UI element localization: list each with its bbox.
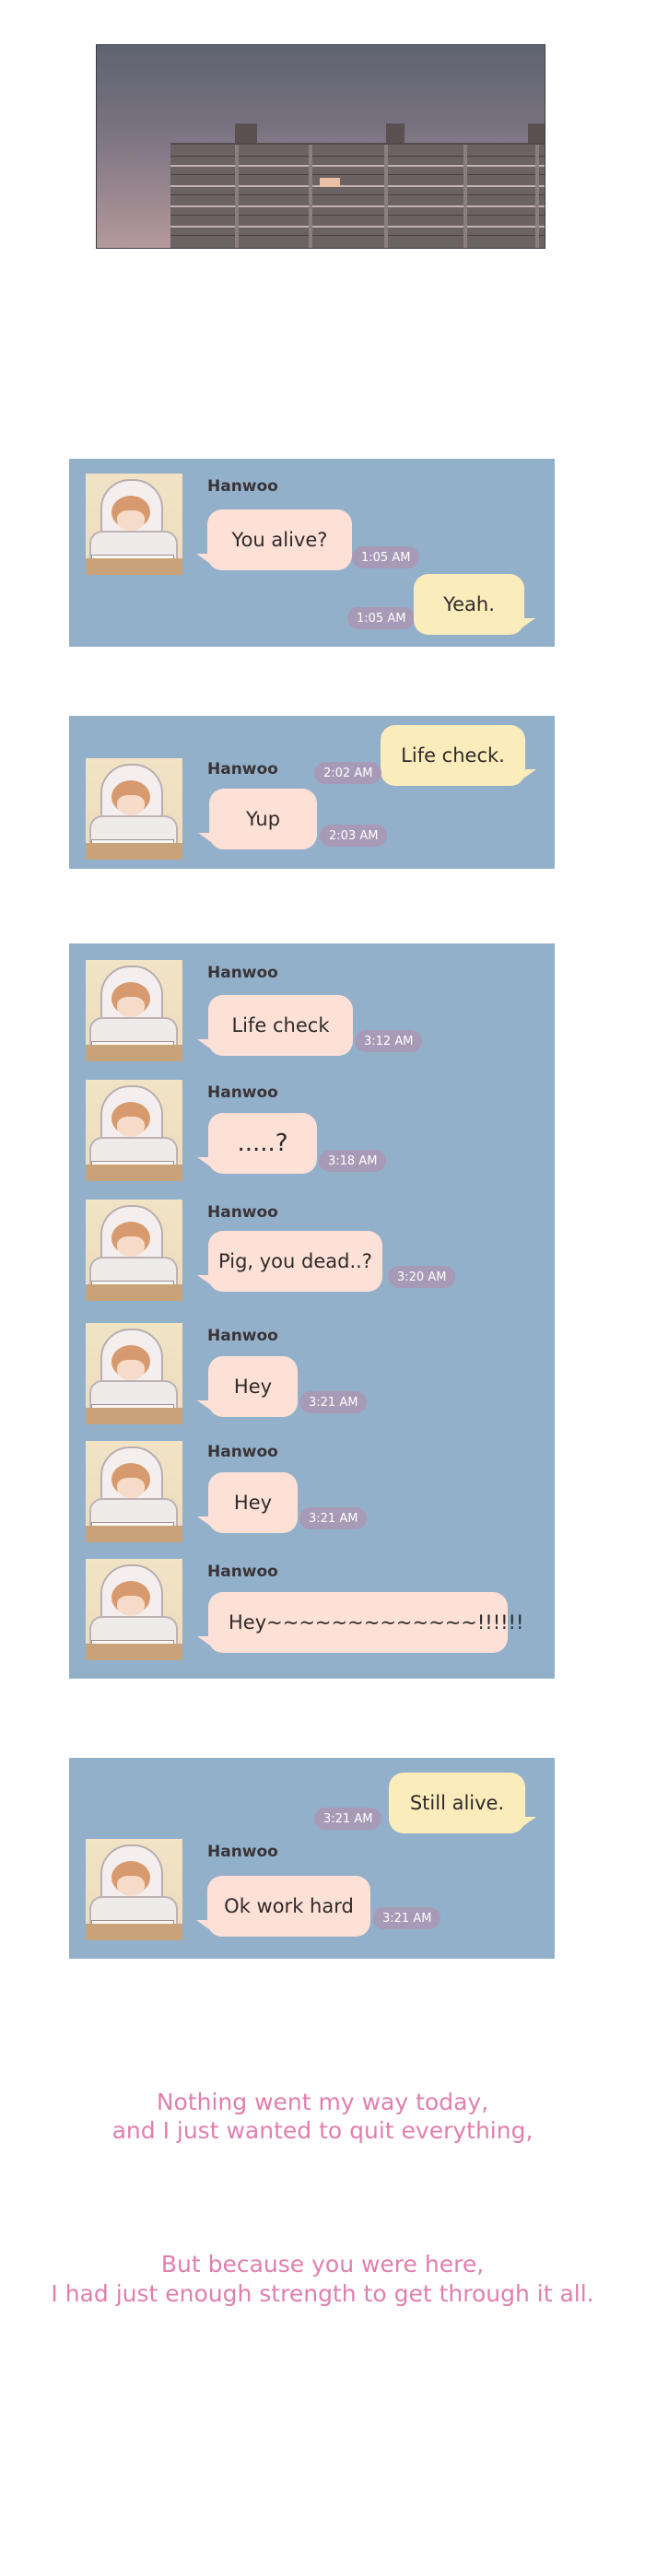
message-timestamp: 1:05 AM [352, 546, 420, 568]
hanwoo-avatar [86, 1839, 182, 1940]
message-timestamp: 3:21 AM [314, 1808, 382, 1830]
hanwoo-avatar [86, 1441, 182, 1542]
chat-panel-4: Still alive. 3:21 AM Hanwoo Ok work hard… [69, 1758, 555, 1959]
message-timestamp: 3:18 AM [319, 1150, 387, 1172]
rooftop-structure [528, 123, 545, 144]
chat-panel-1: Hanwoo You alive? 1:05 AM 1:05 AM Yeah. [69, 459, 555, 647]
sender-name: Hanwoo [207, 1563, 278, 1581]
message-bubble: You alive? [196, 509, 352, 570]
rooftop-structure [386, 123, 405, 144]
message-timestamp: 3:12 AM [355, 1030, 423, 1052]
hanwoo-avatar [86, 960, 182, 1061]
hanwoo-avatar [86, 1200, 182, 1301]
reply-bubble: Life check. [381, 725, 536, 786]
message-bubble: Yup [198, 789, 317, 849]
hanwoo-avatar [86, 1559, 182, 1660]
narration-line: and I just wanted to quit everything, [111, 2117, 534, 2144]
sender-name: Hanwoo [207, 1843, 278, 1861]
chat-panel-2: Life check. 2:02 AM Hanwoo Yup 2:03 AM [69, 716, 555, 869]
message-timestamp: 1:05 AM [347, 607, 416, 629]
hanwoo-avatar [86, 1080, 182, 1181]
reply-bubble: Still alive. [389, 1773, 536, 1833]
sender-name: Hanwoo [207, 760, 278, 779]
message-timestamp: 3:21 AM [299, 1507, 368, 1529]
reply-bubble: Yeah. [414, 574, 535, 635]
message-bubble: Hey~~~~~~~~~~~~~!!!!!! [197, 1592, 523, 1653]
hanwoo-avatar [86, 1323, 182, 1424]
hanwoo-avatar [86, 758, 182, 860]
message-timestamp: 2:03 AM [320, 825, 388, 847]
rooftop-structure [235, 123, 257, 144]
hanwoo-avatar [86, 474, 182, 575]
narration-line: But because you were here, [160, 2251, 485, 2277]
message-bubble: Pig, you dead..? [197, 1231, 382, 1292]
sender-name: Hanwoo [207, 1327, 278, 1345]
message-bubble: Life check [197, 995, 353, 1056]
lit-window [320, 178, 340, 187]
message-timestamp: 3:21 AM [373, 1907, 441, 1929]
sender-name: Hanwoo [207, 964, 278, 982]
sender-name: Hanwoo [207, 1203, 278, 1222]
message-timestamp: 2:02 AM [314, 762, 382, 784]
sender-name: Hanwoo [207, 1083, 278, 1102]
sender-name: Hanwoo [207, 1443, 278, 1461]
narration-line: Nothing went my way today, [156, 2089, 489, 2115]
message-timestamp: 3:21 AM [299, 1391, 368, 1413]
narration-line: I had just enough strength to get throug… [51, 2280, 594, 2307]
message-bubble: Hey [197, 1472, 298, 1533]
apartment-scene-panel [96, 44, 545, 249]
chat-panel-3: Hanwoo Life check 3:12 AM Hanwoo .....? … [69, 943, 555, 1679]
message-bubble: Ok work hard [196, 1876, 370, 1937]
sender-name: Hanwoo [207, 477, 278, 496]
message-timestamp: 3:20 AM [388, 1266, 456, 1288]
apartment-building [170, 143, 545, 248]
message-bubble: Hey [197, 1356, 298, 1417]
message-bubble: .....? [197, 1113, 317, 1174]
